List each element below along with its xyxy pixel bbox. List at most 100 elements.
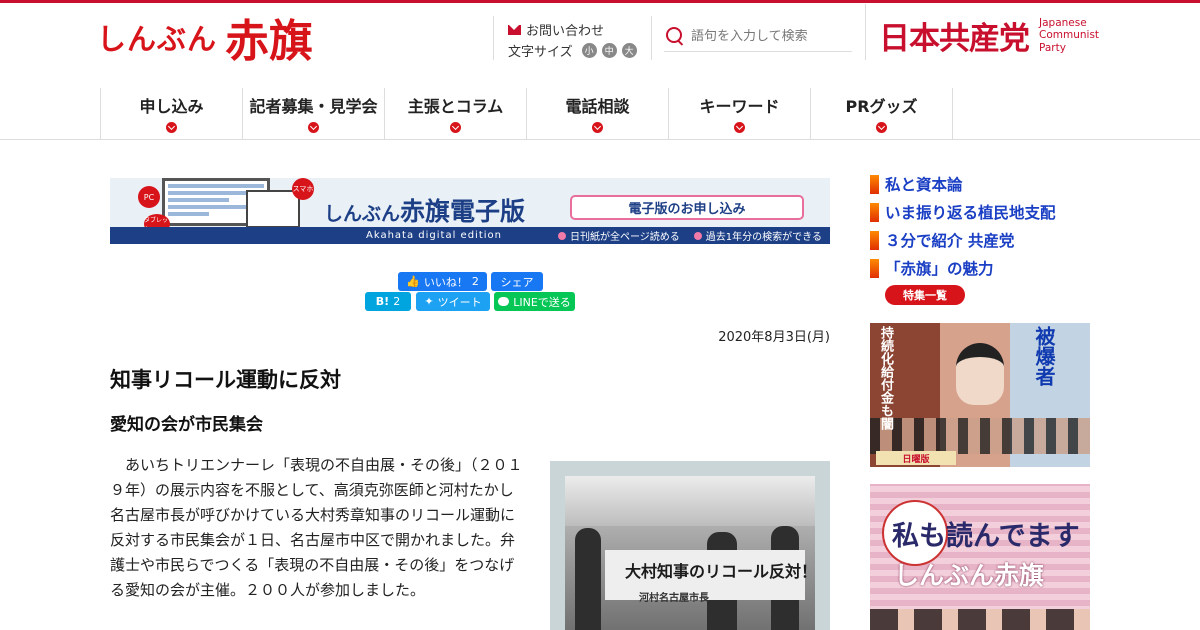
banner-title-small: しんぶん xyxy=(324,203,401,225)
nav-item-pr-goods[interactable]: PRグッズ xyxy=(811,88,953,140)
tweet-label: ツイート xyxy=(437,295,482,309)
like-count: 2 xyxy=(471,275,479,288)
phone-screen-illustration xyxy=(246,190,300,228)
font-size-large-button[interactable]: 大 xyxy=(621,43,637,58)
promo-text: 私も読んでます xyxy=(892,521,1080,552)
banner-title-big: 赤旗電子版 xyxy=(400,197,526,226)
promo-text: しんぶん赤旗 xyxy=(894,561,1045,590)
nav-label: 申し込み xyxy=(139,97,204,116)
orange-bar-icon xyxy=(870,174,879,194)
mail-icon xyxy=(508,24,521,35)
hatena-bookmark-button[interactable]: B! 2 xyxy=(365,292,411,311)
orange-bar-icon xyxy=(870,230,879,250)
digital-edition-banner[interactable]: PC スマホ タブレット しんぶん赤旗電子版 電子版のお申し込み Akahata… xyxy=(110,178,830,244)
photo-sky xyxy=(565,476,815,526)
photo-person xyxy=(575,528,601,630)
sidebar-item-shihonron[interactable]: 私と資本論 xyxy=(870,170,1056,198)
article-subheadline: 愛知の会が市民集会 xyxy=(110,415,263,435)
banner-title: しんぶん赤旗電子版 xyxy=(324,192,525,228)
nav-label: 主張とコラム xyxy=(407,97,504,116)
akahata-logo[interactable]: しんぶん 赤旗 xyxy=(97,12,313,64)
hatena-count: 2 xyxy=(393,295,401,308)
nav-item-subscribe[interactable]: 申し込み xyxy=(101,88,243,140)
nav-item-phone-consult[interactable]: 電話相談 xyxy=(527,88,669,140)
sidebar-item-3min-jcp[interactable]: ３分で紹介 共産党 xyxy=(870,226,1056,254)
bullet-icon xyxy=(693,231,702,240)
chevron-down-icon xyxy=(734,122,745,133)
party-en-line: Party xyxy=(1039,41,1066,54)
party-name: 日本共産党 xyxy=(879,21,1030,57)
contact-link[interactable]: お問い合わせ xyxy=(508,20,604,39)
nav-item-editorial[interactable]: 主張とコラム xyxy=(385,88,527,140)
header-divider xyxy=(651,16,652,60)
chevron-down-icon xyxy=(308,122,319,133)
party-en-line: Japanese xyxy=(1039,17,1087,30)
font-size-label: 文字サイズ xyxy=(508,45,573,60)
photo-image: 大村知事のリコール反対！ 河村名古屋市長 xyxy=(565,476,818,630)
special-list-button[interactable]: 特集一覧 xyxy=(885,285,965,305)
chevron-down-icon xyxy=(592,122,603,133)
nav-label: PRグッズ xyxy=(845,97,918,116)
nav-label: 記者募集・見学会 xyxy=(249,97,378,116)
search-input[interactable] xyxy=(691,29,841,44)
photo-banner-text: 大村知事のリコール反対！ xyxy=(625,562,818,581)
party-english-name: Japanese Communist Party xyxy=(1039,17,1099,53)
sunday-edition-label: 日曜版 xyxy=(876,451,956,465)
photo-banner-subtext: 河村名古屋市長 xyxy=(639,593,709,604)
chevron-down-icon xyxy=(876,122,887,133)
header-divider xyxy=(493,16,494,60)
search-icon[interactable] xyxy=(666,27,685,46)
cover-portrait xyxy=(956,343,1004,405)
sidebar-feature-list: 私と資本論 いま振り返る植民地支配 ３分で紹介 共産党 「赤旗」の魅力 xyxy=(870,170,1056,282)
banner-english: Akahata digital edition xyxy=(366,230,502,241)
article-body: あいちトリエンナーレ「表現の不自由展・その後」（２０１９年）の展示内容を不服とし… xyxy=(110,456,523,599)
sidebar-link[interactable]: ３分で紹介 共産党 xyxy=(885,229,1014,251)
party-en-line: Communist xyxy=(1039,29,1100,42)
sunday-edition-cover[interactable]: 持続化給付金も闇 被爆者 日曜版 xyxy=(870,323,1090,467)
sidebar-item-colonial[interactable]: いま振り返る植民地支配 xyxy=(870,198,1056,226)
logo-big-text: 赤旗 xyxy=(225,16,314,67)
article-date: 2020年8月3日(月) xyxy=(718,330,830,345)
banner-footer: Akahata digital edition 日刊紙が全ページ読める 過去1年… xyxy=(110,227,830,244)
sidebar-link[interactable]: 「赤旗」の魅力 xyxy=(885,257,994,279)
nav-item-keyword[interactable]: キーワード xyxy=(669,88,811,140)
facebook-share-button[interactable]: シェア xyxy=(491,272,543,291)
main-nav: 申し込み 記者募集・見学会 主張とコラム 電話相談 キーワード PRグッズ xyxy=(100,88,953,140)
like-label: いいね！ xyxy=(423,275,468,289)
chevron-down-icon xyxy=(166,122,177,133)
nav-label: キーワード xyxy=(699,97,780,116)
header-divider xyxy=(865,4,866,60)
cover-headline: 被爆者 xyxy=(1032,326,1056,386)
twitter-bird-icon: ✦ xyxy=(424,295,434,308)
pc-badge: PC xyxy=(138,186,160,208)
jcp-logo[interactable]: 日本共産党 Japanese Communist Party xyxy=(879,13,1099,58)
sidebar-link[interactable]: 私と資本論 xyxy=(885,173,963,195)
line-share-button[interactable]: LINEで送る xyxy=(494,292,575,311)
sidebar-item-akahata-appeal[interactable]: 「赤旗」の魅力 xyxy=(870,254,1056,282)
sidebar-link[interactable]: いま振り返る植民地支配 xyxy=(885,201,1056,223)
reader-promo-banner[interactable]: 私も読んでます しんぶん赤旗 xyxy=(870,484,1090,630)
search-box xyxy=(664,22,852,52)
font-size-small-button[interactable]: 小 xyxy=(581,43,597,58)
chevron-down-icon xyxy=(450,122,461,133)
top-accent-line xyxy=(0,0,1200,3)
article-photo[interactable]: 大村知事のリコール反対！ 河村名古屋市長 xyxy=(550,461,830,630)
banner-feature: 日刊紙が全ページ読める xyxy=(557,228,680,243)
digital-subscribe-button[interactable]: 電子版のお申し込み xyxy=(570,195,804,220)
nav-item-recruit[interactable]: 記者募集・見学会 xyxy=(243,88,385,140)
font-size-control: 文字サイズ 小 中 大 xyxy=(508,41,637,60)
font-size-medium-button[interactable]: 中 xyxy=(601,43,617,58)
contact-label: お問い合わせ xyxy=(526,24,605,39)
orange-bar-icon xyxy=(870,202,879,222)
banner-feature: 過去1年分の検索ができる xyxy=(693,228,822,243)
tweet-button[interactable]: ✦ ツイート xyxy=(416,292,490,311)
nav-label: 電話相談 xyxy=(565,97,630,116)
banner-feature-text: 過去1年分の検索ができる xyxy=(705,232,822,243)
article-headline: 知事リコール運動に反対 xyxy=(110,368,341,392)
facebook-like-button[interactable]: 👍 いいね！ 2 xyxy=(398,272,487,291)
orange-bar-icon xyxy=(870,258,879,278)
bullet-icon xyxy=(557,231,566,240)
phone-badge: スマホ xyxy=(292,178,314,200)
line-icon xyxy=(498,297,510,306)
cover-crowd xyxy=(870,418,1090,454)
